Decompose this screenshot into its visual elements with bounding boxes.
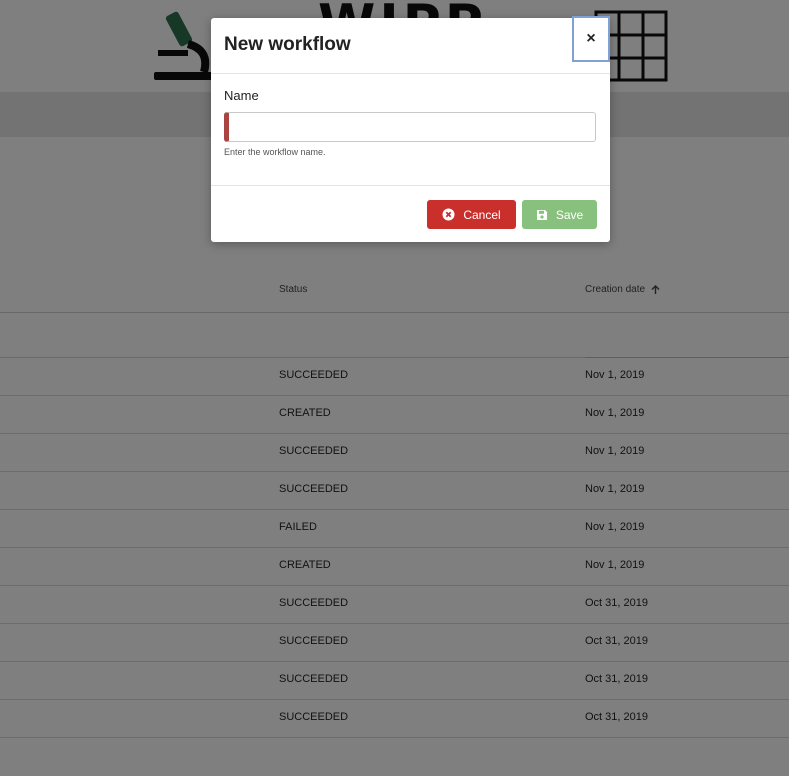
save-button-label: Save [555, 207, 584, 222]
dialog-header: New workflow [211, 18, 610, 74]
name-field-label: Name [224, 88, 259, 103]
dialog-title: New workflow [224, 34, 351, 55]
floppy-disk-icon [536, 209, 547, 220]
dialog-footer-divider [211, 185, 610, 186]
close-button[interactable]: × [572, 16, 610, 62]
cancel-button-label: Cancel [463, 207, 501, 222]
new-workflow-dialog: New workflow × Name Enter the workflow n… [211, 16, 610, 242]
times-circle-icon [442, 208, 455, 221]
save-button[interactable]: Save [522, 200, 597, 229]
workflow-name-input[interactable] [224, 112, 596, 142]
cancel-button[interactable]: Cancel [427, 200, 516, 229]
name-help-text: Enter the workflow name. [224, 147, 326, 157]
